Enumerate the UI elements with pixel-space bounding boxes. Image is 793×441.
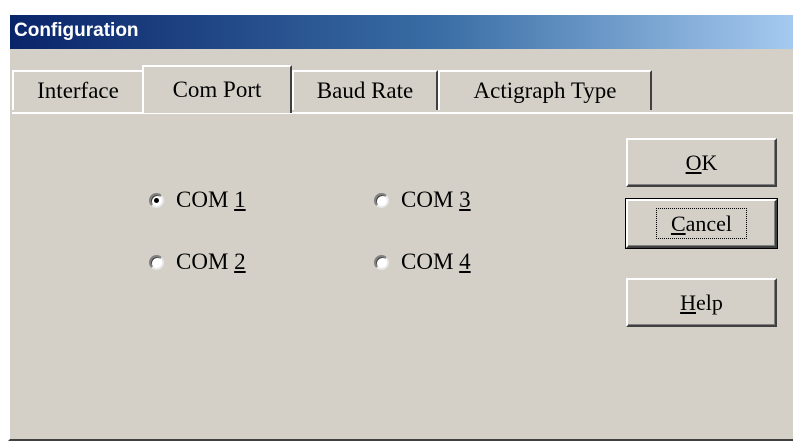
com1-radio[interactable]: COM 1 xyxy=(149,187,246,213)
help-rest: elp xyxy=(696,289,723,315)
title-bar[interactable]: Configuration xyxy=(10,15,793,49)
help-accel: H xyxy=(680,289,696,315)
com1-prefix: COM xyxy=(176,187,235,212)
help-button[interactable]: Help xyxy=(626,278,777,327)
tab-actigraph-type[interactable]: Actigraph Type xyxy=(438,70,652,110)
com3-accel: 3 xyxy=(459,187,471,212)
window-title: Configuration xyxy=(14,20,139,41)
radio-unselected-indicator xyxy=(374,254,389,270)
com3-radio[interactable]: COM 3 xyxy=(374,187,471,213)
com3-prefix: COM xyxy=(401,187,460,212)
radio-selected-indicator xyxy=(149,192,164,208)
tab-interface[interactable]: Interface xyxy=(12,70,142,110)
com4-radio[interactable]: COM 4 xyxy=(374,249,471,275)
radio-unselected-indicator xyxy=(374,192,389,208)
com2-radio[interactable]: COM 2 xyxy=(149,249,246,275)
configuration-dialog: Configuration Interface Com Port Baud Ra… xyxy=(8,14,793,441)
tab-baud-rate-label: Baud Rate xyxy=(316,78,414,103)
tab-com-port[interactable]: Com Port xyxy=(142,65,292,113)
com-port-tab-page: COM 1 COM 2 COM 3 COM 4 OK Cancel Help xyxy=(12,112,793,441)
tab-interface-label: Interface xyxy=(37,78,119,103)
com2-prefix: COM xyxy=(176,249,235,274)
ok-rest: K xyxy=(701,149,718,175)
tab-actigraph-type-label: Actigraph Type xyxy=(473,78,617,103)
help-button-label: Help xyxy=(680,290,723,316)
ok-accel: O xyxy=(685,149,702,175)
com1-label: COM 1 xyxy=(176,187,246,213)
com4-label: COM 4 xyxy=(401,249,471,275)
tab-baud-rate[interactable]: Baud Rate xyxy=(292,70,438,110)
ok-button-label: OK xyxy=(686,150,718,176)
com3-label: COM 3 xyxy=(401,187,471,213)
tab-com-port-label: Com Port xyxy=(172,77,262,102)
cancel-rest: ancel xyxy=(685,211,733,236)
cancel-button[interactable]: Cancel xyxy=(625,198,778,249)
ok-button[interactable]: OK xyxy=(626,138,777,187)
com2-label: COM 2 xyxy=(176,249,246,275)
com4-prefix: COM xyxy=(401,249,460,274)
radio-unselected-indicator xyxy=(149,254,164,270)
cancel-button-label: Cancel xyxy=(655,208,748,239)
cancel-accel: C xyxy=(670,211,686,236)
com1-accel: 1 xyxy=(234,187,246,212)
com2-accel: 2 xyxy=(234,249,246,274)
com4-accel: 4 xyxy=(459,249,471,274)
